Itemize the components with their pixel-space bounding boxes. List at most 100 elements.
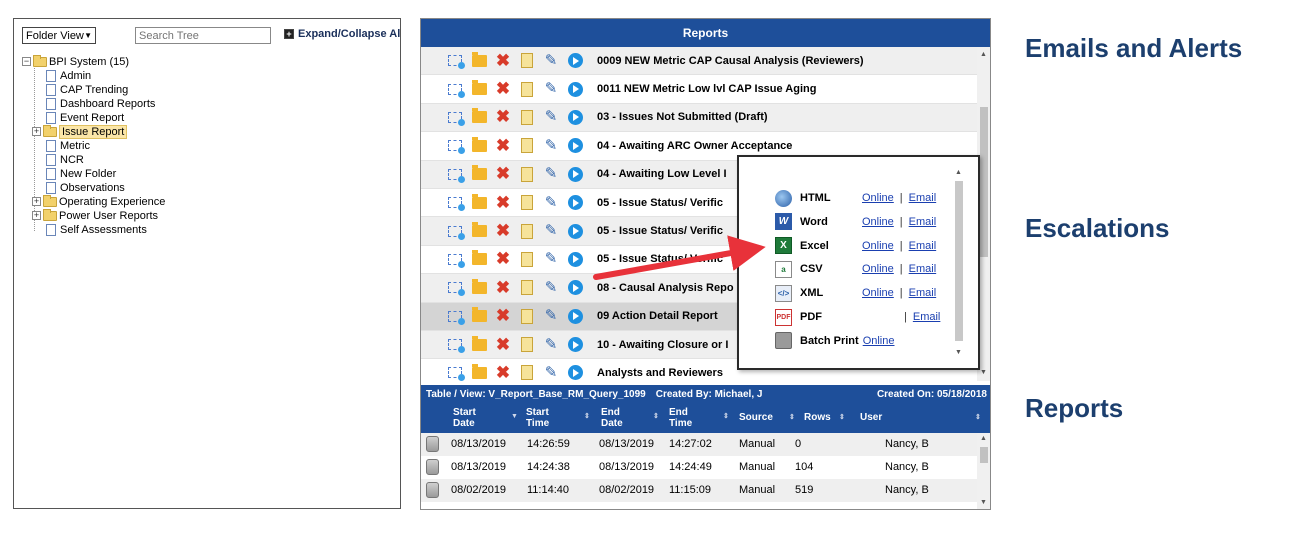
folder-icon[interactable] <box>471 278 487 296</box>
tree-item-operating-experience[interactable]: + Operating Experience <box>32 194 165 208</box>
tree-item-observations[interactable]: Observations <box>46 181 125 194</box>
edit-pencil-icon[interactable]: ✎ <box>543 52 559 69</box>
folder-icon[interactable] <box>471 335 487 353</box>
tree-item-new-folder[interactable]: New Folder <box>46 167 116 180</box>
email-link[interactable]: Email <box>913 311 941 323</box>
pdf-icon[interactable]: PDF <box>775 308 792 326</box>
run-play-icon[interactable] <box>567 166 583 182</box>
folder-icon[interactable] <box>471 80 487 97</box>
expand-icon[interactable]: + <box>32 127 41 136</box>
folder-view-select[interactable]: Folder View ▼ <box>22 27 96 44</box>
col-end-time[interactable]: End Time ⇕ <box>669 407 729 429</box>
run-play-icon[interactable] <box>567 280 583 296</box>
document-icon[interactable] <box>519 223 535 239</box>
sort-icon[interactable]: ⇕ <box>839 412 845 423</box>
delete-icon[interactable]: ✖ <box>495 222 511 239</box>
run-play-icon[interactable] <box>567 195 583 211</box>
report-name[interactable]: 05 - Issue Status/ Verific <box>597 253 723 265</box>
scroll-up-icon[interactable]: ▲ <box>955 169 962 176</box>
tree-item-metric[interactable]: Metric <box>46 139 90 152</box>
tree-item-admin[interactable]: Admin <box>46 69 91 82</box>
edit-pencil-icon[interactable]: ✎ <box>543 279 559 296</box>
run-play-icon[interactable] <box>567 109 583 125</box>
run-play-icon[interactable] <box>567 308 583 324</box>
online-link[interactable]: Online <box>862 263 894 275</box>
sort-icon[interactable]: ⇕ <box>653 411 659 422</box>
folder-icon[interactable] <box>471 307 487 324</box>
folder-icon[interactable] <box>471 222 487 239</box>
report-name[interactable]: Analysts and Reviewers <box>597 367 723 379</box>
sort-icon[interactable]: ▼ <box>511 411 518 422</box>
report-name[interactable]: 09 Action Detail Report <box>597 310 718 322</box>
folder-icon[interactable] <box>471 193 487 211</box>
report-row[interactable]: ✖ ✎ 03 - Issues Not Submitted (Draft) <box>421 103 977 133</box>
xml-icon[interactable]: </> <box>775 284 792 302</box>
csv-icon[interactable]: a <box>775 260 792 278</box>
history-scrollbar[interactable]: ▲ ▼ <box>977 433 990 509</box>
delete-icon[interactable]: ✖ <box>495 307 511 324</box>
edit-pencil-icon[interactable]: ✎ <box>543 137 559 154</box>
delete-icon[interactable]: ✖ <box>495 336 511 353</box>
document-icon[interactable] <box>519 138 535 154</box>
col-rows[interactable]: Rows ⇕ <box>804 412 845 423</box>
schedule-icon[interactable] <box>447 365 465 381</box>
tree-item-self-assessments[interactable]: Self Assessments <box>46 223 147 236</box>
online-link[interactable]: Online <box>862 240 894 252</box>
edit-pencil-icon[interactable]: ✎ <box>543 308 559 324</box>
edit-pencil-icon[interactable]: ✎ <box>543 81 559 97</box>
report-name[interactable]: 03 - Issues Not Submitted (Draft) <box>597 111 768 123</box>
report-name[interactable]: 10 - Awaiting Closure or I <box>597 339 728 351</box>
expand-collapse-button[interactable]: + Expand/Collapse All <box>284 28 400 40</box>
schedule-icon[interactable] <box>447 166 465 183</box>
popup-scrollbar[interactable]: ▲ ▼ <box>954 169 964 359</box>
edit-pencil-icon[interactable]: ✎ <box>543 223 559 239</box>
edit-pencil-icon[interactable]: ✎ <box>543 336 559 353</box>
email-link[interactable]: Email <box>909 216 937 228</box>
sort-icon[interactable]: ⇕ <box>584 411 590 422</box>
col-user[interactable]: User ⇕ <box>860 412 981 423</box>
edit-pencil-icon[interactable]: ✎ <box>543 166 559 182</box>
table-row[interactable]: 08/13/2019 14:26:59 08/13/2019 14:27:02 Manu… <box>421 433 977 456</box>
scrollbar-thumb[interactable] <box>980 107 988 257</box>
col-source[interactable]: Source ⇕ <box>739 412 795 423</box>
table-row[interactable]: 08/13/2019 14:24:38 08/13/2019 14:24:49 Manu… <box>421 456 977 479</box>
folder-icon[interactable] <box>471 363 487 381</box>
run-play-icon[interactable] <box>567 365 583 381</box>
folder-icon[interactable] <box>471 250 487 267</box>
report-name[interactable]: 05 - Issue Status/ Verific <box>597 197 723 209</box>
document-icon[interactable] <box>519 109 535 125</box>
tree-item-issue-report[interactable]: + Issue Report <box>32 124 128 139</box>
report-name[interactable]: 05 - Issue Status/ Verific <box>597 225 723 237</box>
document-icon[interactable] <box>519 365 535 381</box>
document-icon[interactable] <box>519 280 535 296</box>
col-start-time[interactable]: Start Time ⇕ <box>526 407 590 429</box>
delete-icon[interactable]: ✖ <box>495 250 511 267</box>
sort-icon[interactable]: ⇕ <box>723 411 729 422</box>
run-play-icon[interactable] <box>567 138 583 154</box>
schedule-icon[interactable] <box>447 223 465 240</box>
online-link[interactable]: Online <box>863 335 895 347</box>
sort-icon[interactable]: ⇕ <box>975 412 981 423</box>
document-icon[interactable] <box>519 166 535 182</box>
online-link[interactable]: Online <box>862 287 894 299</box>
delete-icon[interactable]: ✖ <box>495 279 511 296</box>
sort-icon[interactable]: ⇕ <box>789 412 795 423</box>
schedule-icon[interactable] <box>447 53 465 70</box>
run-play-icon[interactable] <box>567 251 583 267</box>
run-play-icon[interactable] <box>567 337 583 353</box>
folder-icon[interactable] <box>471 136 487 154</box>
online-link[interactable]: Online <box>862 216 894 228</box>
globe-icon[interactable] <box>775 189 792 207</box>
email-link[interactable]: Email <box>909 240 937 252</box>
word-icon[interactable]: W <box>775 213 792 231</box>
col-end-date[interactable]: End Date ⇕ <box>601 407 659 429</box>
document-icon[interactable] <box>519 53 535 69</box>
report-name[interactable]: 04 - Awaiting ARC Owner Acceptance <box>597 140 792 152</box>
tree-root[interactable]: − BPI System (15) <box>22 54 129 68</box>
schedule-icon[interactable] <box>447 280 465 297</box>
printer-icon[interactable] <box>775 332 792 350</box>
report-name[interactable]: 0009 NEW Metric CAP Causal Analysis (Rev… <box>597 55 864 67</box>
schedule-icon[interactable] <box>447 109 465 126</box>
expand-icon[interactable]: + <box>32 211 41 220</box>
run-play-icon[interactable] <box>567 81 583 97</box>
